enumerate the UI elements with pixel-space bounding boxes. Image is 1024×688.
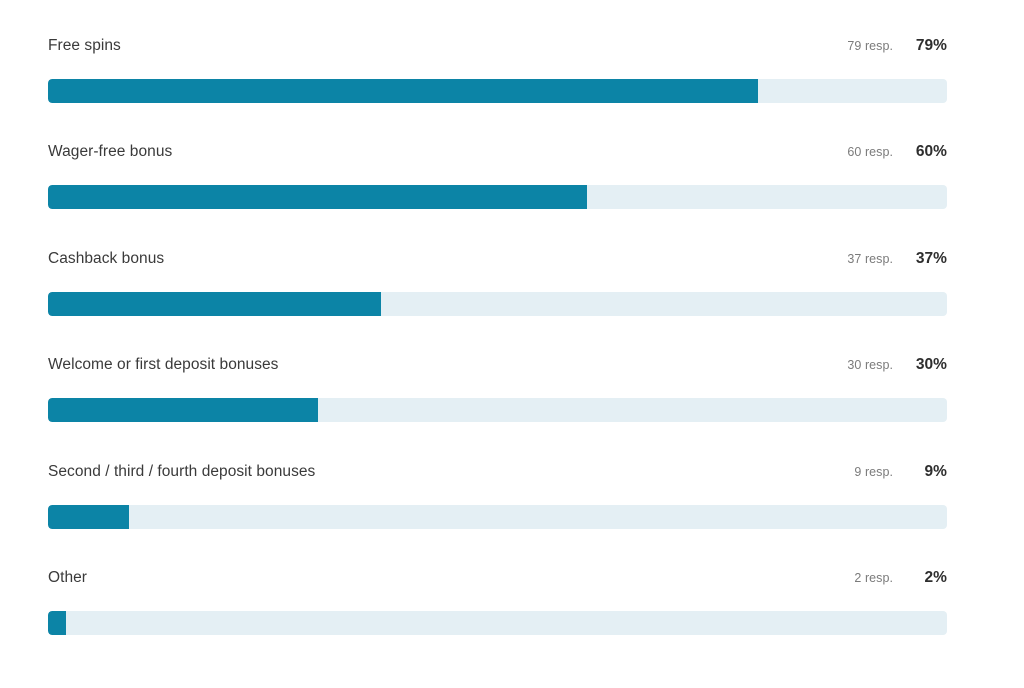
percent-value: 60% <box>915 143 947 161</box>
survey-result-row: Second / third / fourth deposit bonuses 9… <box>48 462 947 529</box>
row-values: 30 resp. 30% <box>847 355 947 375</box>
bar-fill <box>48 611 66 635</box>
bar-track <box>48 611 947 635</box>
survey-result-row: Other 2 resp. 2% <box>48 568 947 635</box>
survey-result-row: Welcome or first deposit bonuses 30 resp.… <box>48 355 947 423</box>
answer-label: Other <box>48 569 88 586</box>
bar-track <box>48 79 947 103</box>
bar-track <box>48 291 947 316</box>
percent-value: 9% <box>924 462 947 480</box>
percent-value: 30% <box>915 356 947 374</box>
bar-fill <box>48 79 759 103</box>
row-values: 79 resp. 79% <box>847 36 947 56</box>
percent-value: 79% <box>915 37 947 54</box>
percent-value: 37% <box>915 249 947 267</box>
bar-track <box>48 398 947 423</box>
answer-label: Wager-free bonus <box>48 143 173 161</box>
percent-value: 2% <box>924 569 947 586</box>
answer-label: Cashback bonus <box>48 249 165 267</box>
row-header: Second / third / fourth deposit bonuses 9… <box>48 462 947 492</box>
row-values: 9 resp. 9% <box>854 462 947 482</box>
response-count: 2 resp. <box>854 571 893 585</box>
response-count: 60 resp. <box>847 145 893 160</box>
answer-label: Second / third / fourth deposit bonuses <box>48 462 316 480</box>
row-values: 2 resp. 2% <box>854 568 947 588</box>
bar-fill <box>48 291 381 316</box>
bar-fill <box>48 398 318 423</box>
row-header: Wager-free bonus 60 resp. 60% <box>48 142 947 172</box>
row-header: Other 2 resp. 2% <box>48 568 947 598</box>
response-count: 79 resp. <box>847 39 893 53</box>
response-count: 30 resp. <box>847 358 893 373</box>
survey-result-row: Free spins 79 resp. 79% <box>48 36 947 103</box>
bar-track <box>48 185 947 210</box>
survey-result-row: Wager-free bonus 60 resp. 60% <box>48 142 947 210</box>
survey-results-chart: Free spins 79 resp. 79% Wager-free bonus 60 … <box>48 0 947 688</box>
bar-fill <box>48 504 129 529</box>
response-count: 9 resp. <box>854 464 893 479</box>
survey-result-row: Cashback bonus 37 resp. 37% <box>48 249 947 316</box>
answer-label: Welcome or first deposit bonuses <box>48 356 279 374</box>
response-count: 37 resp. <box>847 251 893 266</box>
row-values: 60 resp. 60% <box>847 142 947 162</box>
row-header: Welcome or first deposit bonuses 30 resp.… <box>48 355 947 385</box>
row-values: 37 resp. 37% <box>847 249 947 269</box>
answer-label: Free spins <box>48 37 121 54</box>
bar-fill <box>48 185 588 210</box>
bar-track <box>48 504 947 529</box>
row-header: Cashback bonus 37 resp. 37% <box>48 249 947 279</box>
row-header: Free spins 79 resp. 79% <box>48 36 947 66</box>
